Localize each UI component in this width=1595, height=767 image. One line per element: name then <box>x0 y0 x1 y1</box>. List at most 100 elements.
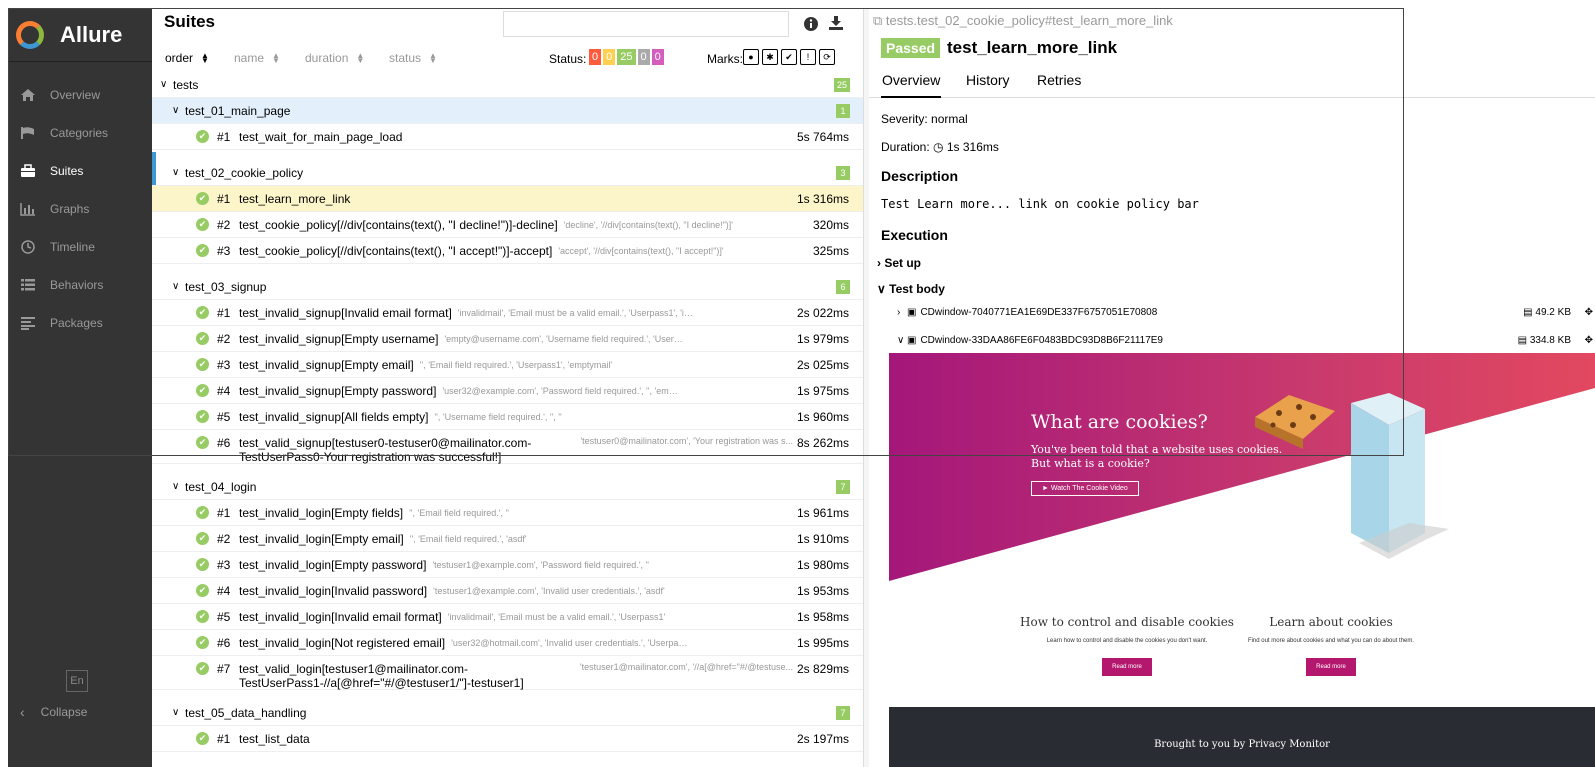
breadcrumb[interactable]: ⧉ tests.test_02_cookie_policy#test_learn… <box>873 13 1173 29</box>
new-failed-mark-icon[interactable]: ✱ <box>762 49 778 65</box>
test-row[interactable]: ✔ #4 test_invalid_signup[Empty password] 'u… <box>152 378 863 404</box>
passed-status-icon: ✔ <box>196 436 209 449</box>
test-row[interactable]: ✔ #6 test_invalid_login[Not registered ema… <box>152 630 863 656</box>
test-duration: 2s 025ms <box>796 358 849 372</box>
status-count-badge[interactable]: 0 <box>637 49 650 65</box>
chevron-right-icon: › <box>897 306 901 318</box>
test-order: #3 <box>217 357 231 372</box>
test-params: '', 'Username field required.', '', '' <box>434 411 562 422</box>
count-badge: 25 <box>833 78 850 92</box>
status-count-badge[interactable]: 0 <box>651 49 664 65</box>
status-count-badge[interactable]: 0 <box>603 49 616 65</box>
retries-mark-icon[interactable]: ⟳ <box>819 49 835 65</box>
expand-icon[interactable]: ✥ <box>1585 307 1593 318</box>
test-row[interactable]: ✔ #1 test_invalid_login[Empty fields] '', '… <box>152 500 863 526</box>
status-count-badge[interactable]: 25 <box>617 49 636 65</box>
new-passed-mark-icon[interactable]: ✔ <box>781 49 797 65</box>
collapse-button[interactable]: ‹ Collapse <box>20 704 87 720</box>
test-row[interactable]: ✔ #3 test_cookie_policy[//div[contains(tex… <box>152 238 863 264</box>
passed-status-icon: ✔ <box>196 558 209 571</box>
download-icon[interactable] <box>828 15 844 36</box>
test-row[interactable]: ✔ #1 test_list_data 2s 197ms <box>152 726 863 752</box>
footer-text: Brought to you by Privacy Monitor <box>1154 739 1330 750</box>
suites-header: Suites <box>152 8 863 42</box>
test-row[interactable]: ✔ #5 test_invalid_login[Invalid email form… <box>152 604 863 630</box>
test-row[interactable]: ✔ #6 test_valid_signup[testuser0-testuser0… <box>152 430 863 464</box>
tree-group-root[interactable]: ∨ tests 25 <box>152 72 863 98</box>
tab-overview[interactable]: Overview <box>881 72 942 98</box>
test-body-toggle[interactable]: ∨ Test body <box>877 282 945 296</box>
test-row[interactable]: ✔ #4 test_invalid_login[Invalid password] '… <box>152 578 863 604</box>
test-row[interactable]: ✔ #5 test_invalid_signup[All fields empty]… <box>152 404 863 430</box>
test-params: '', 'Email field required.', 'Userpass1'… <box>419 359 613 370</box>
tab-retries[interactable]: Retries <box>1036 72 1082 98</box>
setup-label: Set up <box>884 256 922 270</box>
sort-name[interactable]: name ▲ ▼ <box>234 51 280 65</box>
test-row[interactable]: ✔ #2 test_cookie_policy[//div[contains(tex… <box>152 212 863 238</box>
sidebar-item-graphs[interactable]: Graphs <box>8 190 152 228</box>
chevron-down-icon: ∨ <box>172 481 180 492</box>
tab-history[interactable]: History <box>965 72 1011 98</box>
sort-order[interactable]: order ▲ ▼ <box>165 51 209 65</box>
attachment-row[interactable]: › ▣ CDwindow-7040771EA1E69DE337F6757051E… <box>897 302 1595 322</box>
test-duration: 2s 022ms <box>796 306 849 320</box>
test-params: 'decline', '//div[contains(text(), "I de… <box>563 219 734 230</box>
tree-group[interactable]: ∨ test_05_data_handling 7 <box>152 700 863 726</box>
setup-toggle[interactable]: › Set up <box>877 256 921 270</box>
tree-group[interactable]: ∨ test_04_login 7 <box>152 474 863 500</box>
test-row[interactable]: ✔ #2 test_invalid_login[Empty email] '', 'E… <box>152 526 863 552</box>
duration-value: 1s 316ms <box>946 140 999 154</box>
test-duration: 1s 960ms <box>796 410 849 424</box>
test-row[interactable]: ✔ #3 test_invalid_signup[Empty email] '', '… <box>152 352 863 378</box>
sort-status[interactable]: status ▲ ▼ <box>389 51 437 65</box>
test-title: test_invalid_login[Invalid password] <box>239 584 427 598</box>
group-name: test_05_data_handling <box>185 705 307 720</box>
test-row[interactable]: ✔ #2 test_invalid_signup[Empty username] 'e… <box>152 326 863 352</box>
new-broken-mark-icon[interactable]: ! <box>800 49 816 65</box>
search-input[interactable] <box>503 11 789 37</box>
expand-icon[interactable]: ✥ <box>1585 335 1593 346</box>
attachment-name: CDwindow-7040771EA1E69DE337F6757051E7080… <box>920 306 1158 318</box>
passed-status-icon: ✔ <box>196 130 209 143</box>
sidebar-item-behaviors[interactable]: Behaviors <box>8 266 152 304</box>
group-name: tests <box>173 77 199 92</box>
info-icon[interactable] <box>803 16 819 37</box>
test-duration: 2s 197ms <box>796 732 849 746</box>
passed-status-icon: ✔ <box>196 384 209 397</box>
sidebar-item-overview[interactable]: Overview <box>8 76 152 114</box>
test-duration: 1s 979ms <box>796 332 849 346</box>
status-count-badge[interactable]: 0 <box>589 49 602 65</box>
tree-group[interactable]: ∨ test_01_main_page 1 <box>152 98 863 124</box>
test-order: #2 <box>217 331 231 346</box>
test-duration: 325ms <box>812 244 849 258</box>
test-name: test_invalid_login[Invalid password] <box>239 583 428 598</box>
sidebar-item-label: Categories <box>50 126 109 140</box>
attachment-row[interactable]: ∨ ▣ CDwindow-33DAA86FE6F0483BDC93D8B6F21… <box>897 330 1595 350</box>
info-column: How to control and disable cookies Learn… <box>1017 615 1237 676</box>
test-name-continued: TestUserPass1-//a[@href="#/@testuser1/"]… <box>239 676 524 690</box>
sidebar-item-suites[interactable]: Suites <box>8 152 156 190</box>
tree-group[interactable]: ∨ test_03_signup 6 <box>152 274 863 300</box>
sidebar-item-timeline[interactable]: Timeline <box>8 228 152 266</box>
test-params: 'testuser1@mailinator.com', '//a[@href="… <box>579 662 793 672</box>
brand[interactable]: Allure <box>8 8 152 62</box>
flaky-mark-icon[interactable]: ● <box>743 49 759 65</box>
test-row[interactable]: ✔ #1 test_learn_more_link 1s 316ms <box>152 186 863 212</box>
test-row[interactable]: ✔ #7 test_valid_login[testuser1@mailinator… <box>152 656 863 690</box>
sort-duration[interactable]: duration ▲ ▼ <box>305 51 364 65</box>
sidebar-item-label: Timeline <box>50 240 95 254</box>
test-row[interactable]: ✔ #3 test_invalid_login[Empty password] 'te… <box>152 552 863 578</box>
test-params: 'testuser1@example.com', 'Invalid user c… <box>433 585 665 596</box>
page-title: Suites <box>164 12 216 31</box>
copy-icon[interactable]: ⧉ <box>873 13 882 28</box>
test-row[interactable]: ✔ #1 test_invalid_signup[Invalid email for… <box>152 300 863 326</box>
sidebar-item-packages[interactable]: Packages <box>8 304 152 342</box>
test-duration: 320ms <box>812 218 849 232</box>
tree-group[interactable]: ∨ test_02_cookie_policy 3 <box>152 160 863 186</box>
language-switcher[interactable]: En <box>66 670 88 692</box>
test-params: '', 'Email field required.', 'asdf' <box>409 533 527 544</box>
description-heading: Description <box>881 168 959 184</box>
test-row[interactable]: ✔ #1 test_wait_for_main_page_load 5s 764ms <box>152 124 863 150</box>
sidebar-item-categories[interactable]: Categories <box>8 114 152 152</box>
